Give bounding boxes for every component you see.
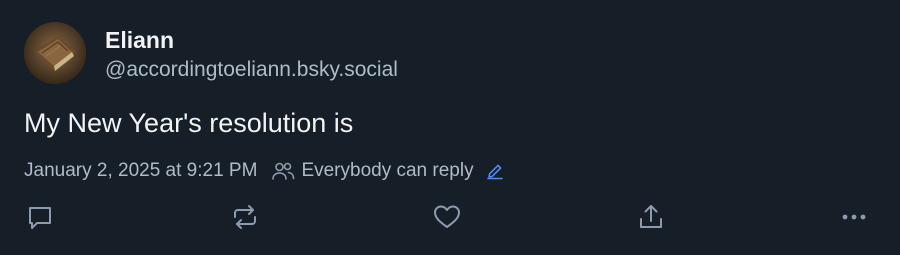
ellipsis-icon bbox=[839, 202, 869, 237]
post-meta: January 2, 2025 at 9:21 PM Everybody can… bbox=[24, 157, 504, 185]
heart-icon bbox=[432, 202, 462, 237]
avatar-book-image bbox=[24, 22, 86, 84]
more-options-button[interactable] bbox=[837, 202, 871, 236]
share-upload-icon bbox=[636, 202, 666, 237]
speech-bubble-icon bbox=[25, 202, 55, 237]
reply-setting[interactable]: Everybody can reply bbox=[271, 160, 503, 182]
avatar[interactable] bbox=[24, 22, 86, 84]
post-timestamp[interactable]: January 2, 2025 at 9:21 PM bbox=[24, 160, 257, 182]
author-handle[interactable]: @accordingtoeliann.bsky.social bbox=[105, 57, 398, 83]
people-icon bbox=[271, 161, 295, 181]
reply-button[interactable] bbox=[23, 202, 57, 236]
repost-arrows-icon bbox=[230, 202, 260, 237]
repost-button[interactable] bbox=[228, 202, 262, 236]
pencil-icon[interactable] bbox=[486, 162, 504, 180]
post: Eliann @accordingtoeliann.bsky.social My… bbox=[0, 0, 900, 255]
post-text: My New Year's resolution is bbox=[24, 108, 354, 138]
reply-setting-label: Everybody can reply bbox=[301, 160, 474, 181]
like-button[interactable] bbox=[430, 202, 464, 236]
author-display-name[interactable]: Eliann bbox=[105, 26, 174, 54]
post-actions bbox=[0, 198, 900, 240]
share-button[interactable] bbox=[634, 202, 668, 236]
